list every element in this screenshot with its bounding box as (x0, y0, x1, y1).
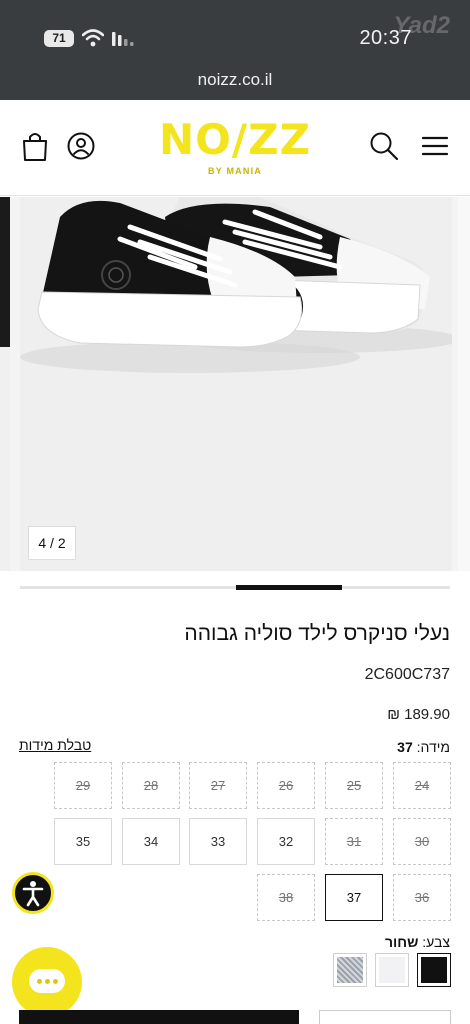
clock: 20:37 (359, 27, 412, 49)
accessibility-button[interactable] (12, 872, 54, 914)
size-option-34[interactable]: 34 (122, 818, 180, 865)
size-option-31: 31 (325, 818, 383, 865)
status-bar: 71 Yad2 20:37 (0, 0, 470, 62)
accessibility-icon (22, 881, 44, 907)
size-option-24: 24 (393, 762, 451, 809)
gallery-scroll-track[interactable] (20, 586, 450, 589)
color-swatch-fill (421, 957, 447, 983)
color-selection-label: צבע: שחור (385, 934, 450, 950)
chat-button[interactable] (12, 947, 82, 1017)
signal-icon (112, 32, 134, 46)
url-text[interactable]: noizz.co.il (0, 70, 470, 90)
selected-size-value: 37 (397, 739, 413, 755)
chat-icon (29, 969, 65, 993)
product-price: 189.90 ₪ (387, 706, 450, 723)
color-swatch-0[interactable] (417, 953, 451, 987)
product-sku: 2C600C737 (364, 666, 450, 683)
logo-subtitle: BY MANIA (208, 166, 262, 176)
size-table-link[interactable]: טבלת מידות (19, 737, 91, 753)
selected-color-value: שחור (384, 934, 419, 950)
color-label: צבע: (422, 934, 450, 950)
product-title: נעלי סניקרס לילד סוליה גבוהה (184, 622, 450, 645)
gallery-scroll-thumb[interactable] (236, 585, 342, 590)
prev-image-peek-shoe (0, 197, 10, 347)
user-icon[interactable] (65, 130, 97, 162)
product-image[interactable] (20, 197, 460, 571)
sneakers-image (20, 197, 460, 571)
next-image-peek[interactable] (458, 197, 470, 571)
color-swatch-fill (337, 957, 363, 983)
color-swatch-fill (379, 957, 405, 983)
url-bar[interactable]: noizz.co.il (0, 62, 470, 100)
secondary-action-button[interactable] (319, 1010, 451, 1024)
image-counter: 4 / 2 (28, 526, 76, 560)
size-option-32[interactable]: 32 (257, 818, 315, 865)
color-swatch-1[interactable] (375, 953, 409, 987)
size-label: מידה: (416, 739, 450, 755)
product-gallery[interactable]: 4 / 2 (0, 197, 470, 571)
size-option-36: 36 (393, 874, 451, 921)
search-icon[interactable] (368, 130, 400, 162)
size-selection-label: מידה: 37 (397, 739, 450, 755)
noizz-logo[interactable]: NO/ZZ BY MANIA (144, 118, 326, 184)
size-option-33[interactable]: 33 (189, 818, 247, 865)
menu-icon[interactable] (419, 130, 451, 162)
size-option-26: 26 (257, 762, 315, 809)
logo-text: NO/ZZ (158, 115, 312, 164)
size-option-29: 29 (54, 762, 112, 809)
wifi-icon (82, 29, 104, 47)
size-option-28: 28 (122, 762, 180, 809)
site-header: NO/ZZ BY MANIA (0, 100, 470, 196)
size-option-30: 30 (393, 818, 451, 865)
size-option-38: 38 (257, 874, 315, 921)
size-option-27: 27 (189, 762, 247, 809)
add-to-cart-button[interactable] (19, 1010, 299, 1024)
color-swatch-2[interactable] (333, 953, 367, 987)
size-option-35[interactable]: 35 (54, 818, 112, 865)
size-option-37[interactable]: 37 (325, 874, 383, 921)
battery-indicator: 71 (44, 30, 74, 47)
bag-icon[interactable] (19, 130, 51, 162)
size-option-25: 25 (325, 762, 383, 809)
